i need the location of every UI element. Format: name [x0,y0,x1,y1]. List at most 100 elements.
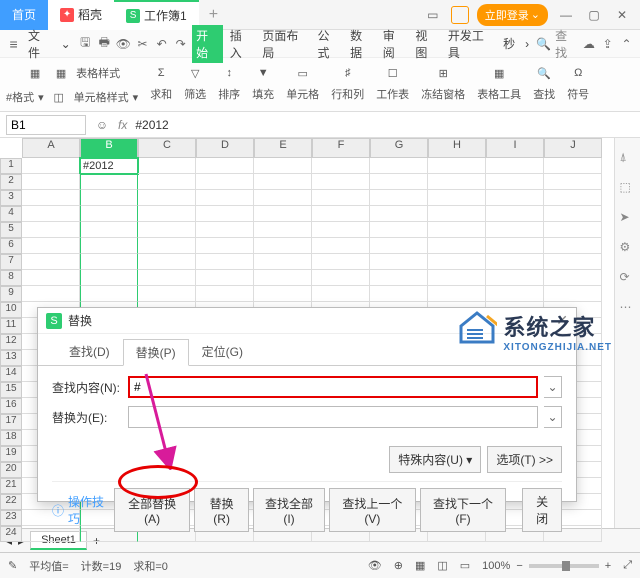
zoom-in-icon[interactable]: + [605,560,611,572]
ribbon-format[interactable]: ▦▦表格样式 #格式▾ ◫单元格样式▾ [6,62,138,108]
close-window-button[interactable]: ✕ [612,5,632,25]
cell-E2[interactable] [254,174,312,190]
menu-start[interactable]: 开始 [192,25,223,63]
cell-C8[interactable] [138,270,196,286]
cell-I3[interactable] [486,190,544,206]
close-button[interactable]: 关闭 [522,488,562,532]
cell-F4[interactable] [312,206,370,222]
ribbon-fill[interactable]: ▼填充 [252,62,274,102]
cell-E4[interactable] [254,206,312,222]
cell-A1[interactable] [22,158,80,174]
cell-D8[interactable] [196,270,254,286]
cell-I8[interactable] [486,270,544,286]
cell-J2[interactable] [544,174,602,190]
ribbon-tabletools[interactable]: ▦表格工具 [477,62,521,102]
share-icon[interactable]: ⇪ [600,36,615,52]
cell-D4[interactable] [196,206,254,222]
replace-all-button[interactable]: 全部替换(A) [114,488,190,532]
tab-find[interactable]: 查找(D) [56,338,123,365]
cell-J5[interactable] [544,222,602,238]
zoom-control[interactable]: 100% − + [482,560,611,572]
cell-G4[interactable] [370,206,428,222]
ribbon-find[interactable]: 🔍查找 [533,62,555,102]
col-header-B[interactable]: B [80,138,138,158]
undo-icon[interactable]: ↶ [154,36,169,52]
cell-G6[interactable] [370,238,428,254]
zoom-out-icon[interactable]: − [516,560,522,572]
cell-F5[interactable] [312,222,370,238]
minimize-button[interactable]: — [556,5,576,25]
row-header-15[interactable]: 15 [0,382,22,398]
cell-E5[interactable] [254,222,312,238]
file-menu[interactable]: 文件 [25,25,54,63]
options-button[interactable]: 选项(T) >> [487,446,562,473]
menu-formula[interactable]: 公式 [315,25,344,63]
ribbon-cell[interactable]: ▭单元格 [286,62,319,102]
replace-input[interactable] [128,406,538,428]
cell-H1[interactable] [428,158,486,174]
row-header-12[interactable]: 12 [0,334,22,350]
cell-E3[interactable] [254,190,312,206]
col-header-I[interactable]: I [486,138,544,158]
cell-I6[interactable] [486,238,544,254]
cell-F1[interactable] [312,158,370,174]
cell-B3[interactable] [80,190,138,206]
menu-more[interactable]: 秒 [500,33,518,54]
menu-pagelayout[interactable]: 页面布局 [259,25,310,63]
cell-B7[interactable] [80,254,138,270]
tab-goto[interactable]: 定位(G) [189,338,256,365]
cell-I2[interactable] [486,174,544,190]
sidebar-select-icon[interactable]: ⬚ [620,180,636,196]
row-header-18[interactable]: 18 [0,430,22,446]
cell-D5[interactable] [196,222,254,238]
cell-J3[interactable] [544,190,602,206]
row-header-10[interactable]: 10 [0,302,22,318]
row-header-17[interactable]: 17 [0,414,22,430]
col-header-F[interactable]: F [312,138,370,158]
cell-I5[interactable] [486,222,544,238]
cell-I1[interactable] [486,158,544,174]
tab-daoke[interactable]: ✦ 稻壳 [48,0,114,30]
cell-B5[interactable] [80,222,138,238]
cell-E1[interactable] [254,158,312,174]
fx-cancel-icon[interactable]: ☺ [94,117,110,133]
cell-C7[interactable] [138,254,196,270]
cell-B2[interactable] [80,174,138,190]
menu-data[interactable]: 数据 [347,25,376,63]
formula-text[interactable]: #2012 [135,118,168,132]
appbox-icon[interactable]: ▭ [423,5,443,25]
redo-icon[interactable]: ↷ [173,36,188,52]
cell-B1[interactable]: #2012 [80,158,138,174]
hamburger-icon[interactable]: ≡ [6,36,21,52]
find-next-button[interactable]: 查找下一个(F) [420,488,506,532]
row-header-9[interactable]: 9 [0,286,22,302]
cell-B6[interactable] [80,238,138,254]
dropdown-icon[interactable]: ⌄ [58,35,74,53]
login-button[interactable]: 立即登录 ⌄ [477,4,548,26]
save-icon[interactable]: 🖫 [78,36,93,52]
row-header-24[interactable]: 24 [0,526,22,542]
row-header-3[interactable]: 3 [0,190,22,206]
cell-C2[interactable] [138,174,196,190]
col-header-G[interactable]: G [370,138,428,158]
cell-C5[interactable] [138,222,196,238]
cell-G7[interactable] [370,254,428,270]
sidebar-rocket-icon[interactable]: ⍋ [620,150,636,166]
view-pagebreak-icon[interactable]: ◫ [437,559,447,572]
cell-D7[interactable] [196,254,254,270]
row-header-13[interactable]: 13 [0,350,22,366]
cell-D3[interactable] [196,190,254,206]
cell-D2[interactable] [196,174,254,190]
status-expand-icon[interactable]: ⤢ [623,559,632,572]
cell-C4[interactable] [138,206,196,222]
row-header-22[interactable]: 22 [0,494,22,510]
find-dropdown-icon[interactable]: ⌄ [544,376,562,398]
row-header-23[interactable]: 23 [0,510,22,526]
cell-H9[interactable] [428,286,486,302]
row-header-14[interactable]: 14 [0,366,22,382]
col-header-A[interactable]: A [22,138,80,158]
cell-D1[interactable] [196,158,254,174]
cell-A7[interactable] [22,254,80,270]
cell-J4[interactable] [544,206,602,222]
cell-G2[interactable] [370,174,428,190]
